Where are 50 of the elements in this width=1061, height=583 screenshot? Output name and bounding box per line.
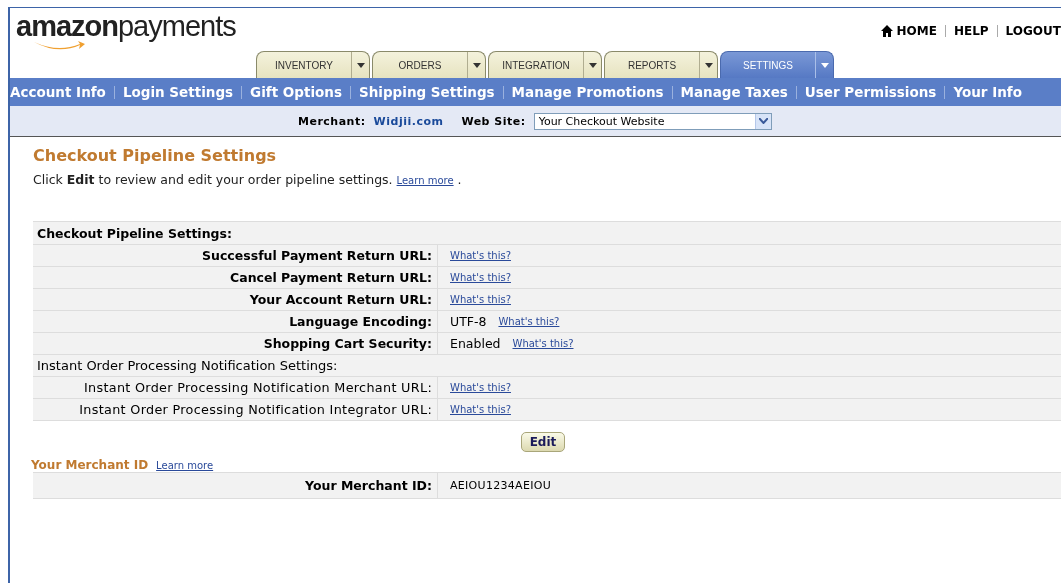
section-heading: Your Merchant ID — [31, 458, 149, 472]
home-icon — [880, 25, 893, 37]
whats-this-link[interactable]: What's this? — [450, 382, 511, 393]
nav-link[interactable]: Shipping Settings — [359, 84, 495, 100]
field-value: UTF-8 — [450, 314, 487, 329]
field-label: Instant Order Processing Notification Integrator URL: — [33, 399, 438, 421]
page-title: Checkout Pipeline Settings — [33, 146, 278, 165]
top-link[interactable]: LOGOUT — [1005, 24, 1061, 38]
whats-this-link[interactable]: What's this? — [498, 316, 560, 327]
logo-text: amazonpayments — [16, 10, 236, 42]
nav-tab[interactable]: ORDERS — [372, 51, 486, 78]
nav-link[interactable]: Gift Options — [250, 84, 342, 100]
field-label: Your Account Return URL: — [33, 289, 438, 311]
field-label: Cancel Payment Return URL: — [33, 267, 438, 289]
whats-this-link[interactable]: What's this? — [450, 272, 511, 283]
website-dropdown[interactable]: Your Checkout Website — [533, 112, 772, 130]
chevron-down-icon[interactable] — [758, 118, 768, 124]
merchant-link[interactable]: Widjii.com — [373, 114, 444, 128]
section-label: Instant Order Processing Notification Settings: — [33, 355, 1061, 377]
field-label: Instant Order Processing Notification Merchant URL: — [33, 377, 438, 399]
table-header: Checkout Pipeline Settings: — [33, 222, 1061, 245]
learn-more-link[interactable]: Learn more — [396, 175, 454, 186]
whats-this-link[interactable]: What's this? — [450, 250, 511, 261]
field-value: AEIOU1234AEIOU — [450, 479, 552, 492]
whats-this-link[interactable]: What's this? — [450, 404, 511, 415]
top-link[interactable]: HOME — [880, 24, 937, 38]
nav-link[interactable]: Manage Promotions — [511, 84, 664, 100]
nav-tab[interactable]: INTEGRATION — [488, 51, 602, 78]
nav-link[interactable]: Manage Taxes — [680, 84, 788, 100]
field-label: Language Encoding: — [33, 311, 438, 333]
merchant-label: Merchant: — [298, 114, 366, 128]
field-value: Enabled — [450, 336, 501, 351]
field-label: Shopping Cart Security: — [33, 333, 438, 355]
learn-more-link[interactable]: Learn more — [156, 460, 214, 471]
field-label: Successful Payment Return URL: — [33, 245, 438, 267]
period-text: . — [457, 172, 462, 187]
edit-button[interactable]: Edit — [520, 432, 566, 452]
nav-tab[interactable]: REPORTS — [604, 51, 718, 78]
whats-this-link[interactable]: What's this? — [512, 338, 574, 349]
nav-link[interactable]: User Permissions — [804, 84, 937, 100]
nav-tab[interactable]: INVENTORY — [256, 51, 370, 78]
whats-this-link[interactable]: What's this? — [450, 294, 511, 305]
nav-link[interactable]: Account Info — [10, 84, 106, 100]
nav-link[interactable]: Your Info — [953, 84, 1022, 100]
field-label: Your Merchant ID: — [33, 473, 438, 499]
nav-tab[interactable]: SETTINGS — [720, 51, 834, 78]
intro-text: Click Edit to review and edit your order pipeline settings. — [33, 172, 393, 187]
website-label: Web Site: — [461, 114, 526, 128]
nav-link[interactable]: Login Settings — [122, 84, 234, 100]
top-link[interactable]: HELP — [953, 24, 989, 38]
